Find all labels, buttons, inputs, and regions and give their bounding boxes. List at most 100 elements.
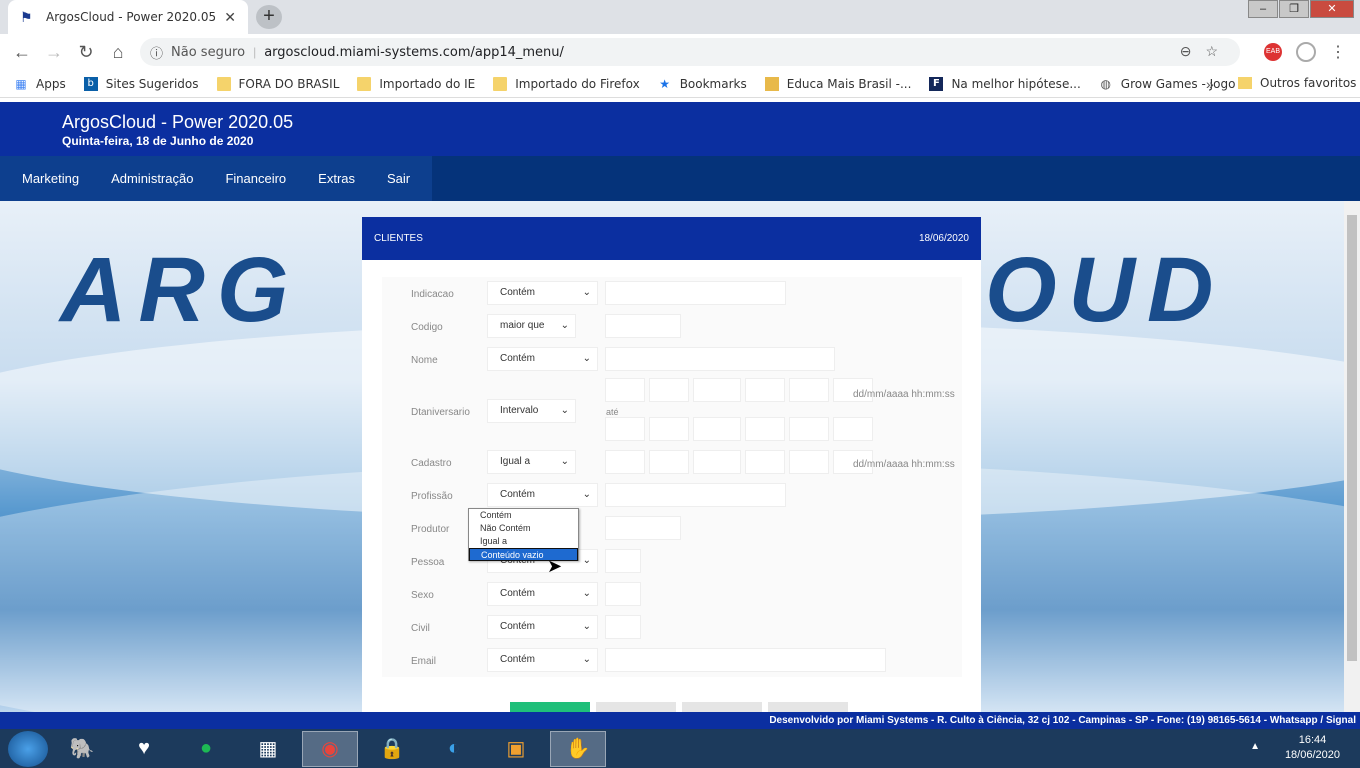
mouse-cursor-icon: ➤ bbox=[547, 556, 563, 576]
cadastro-month[interactable] bbox=[649, 450, 689, 474]
chrome-icon[interactable]: ◉ bbox=[302, 730, 358, 767]
bookmark-sites-sugeridos[interactable]: b Sites Sugeridos bbox=[83, 76, 199, 91]
window-app-icon[interactable]: ▣ bbox=[488, 731, 544, 767]
select-profissao[interactable]: Contém ⌄ bbox=[487, 483, 598, 507]
tray-expand-icon[interactable]: ▲ bbox=[1250, 741, 1260, 752]
cadastro-day[interactable] bbox=[605, 450, 645, 474]
glove-app-icon[interactable]: ✋ bbox=[550, 730, 606, 767]
date-from-month[interactable] bbox=[649, 378, 689, 402]
select-dtaniversario[interactable]: Intervalo ⌄ bbox=[487, 399, 576, 423]
chevron-down-icon: ⌄ bbox=[582, 588, 591, 599]
edge-beta-icon[interactable]: ◐ bbox=[426, 731, 482, 767]
select-nome[interactable]: Contém ⌄ bbox=[487, 347, 598, 371]
bookmark-label: FORA DO BRASIL bbox=[238, 76, 340, 91]
option-contem[interactable]: Contém bbox=[469, 509, 578, 522]
close-tab-icon[interactable]: ✕ bbox=[224, 9, 236, 26]
bookmark-outros-favoritos[interactable]: Outros favoritos bbox=[1238, 76, 1356, 90]
input-nome[interactable] bbox=[605, 347, 835, 371]
bookmark-apps[interactable]: ▦ Apps bbox=[14, 77, 65, 91]
extension-icon[interactable]: EAB bbox=[1264, 43, 1282, 61]
zoom-star-icons[interactable]: ⊖☆ bbox=[1180, 43, 1232, 60]
reload-icon[interactable]: ↻ bbox=[70, 42, 102, 63]
bookmark-fora-do-brasil[interactable]: FORA DO BRASIL bbox=[216, 76, 340, 91]
date-to-second[interactable] bbox=[833, 417, 873, 441]
url-input[interactable]: ⓘ Não seguro | argoscloud.miami-systems.… bbox=[140, 38, 1240, 66]
postgres-icon[interactable]: 🐘 bbox=[54, 731, 110, 767]
bookmark-importado-ie[interactable]: Importado do IE bbox=[357, 76, 475, 91]
chevron-down-icon: ⌄ bbox=[582, 353, 591, 364]
date-to-day[interactable] bbox=[605, 417, 645, 441]
browser-tab[interactable]: ⚑ ArgosCloud - Power 2020.05 ✕ bbox=[8, 0, 248, 34]
bookmark-educa-mais[interactable]: Educa Mais Brasil -... bbox=[764, 76, 911, 91]
minimize-button[interactable]: – bbox=[1248, 0, 1278, 18]
input-civil[interactable] bbox=[605, 615, 641, 639]
menu-item-administracao[interactable]: Administração bbox=[95, 171, 209, 186]
select-sexo[interactable]: Contém ⌄ bbox=[487, 582, 598, 606]
bookmark-grow-games[interactable]: ◍ Grow Games - Jogo bbox=[1099, 77, 1236, 91]
select-email[interactable]: Contém ⌄ bbox=[487, 648, 598, 672]
profile-avatar-icon[interactable] bbox=[1296, 42, 1316, 62]
input-email[interactable] bbox=[605, 648, 886, 672]
menu-item-extras[interactable]: Extras bbox=[302, 171, 371, 186]
vpn-lock-icon[interactable]: 🔒 bbox=[364, 731, 420, 767]
date-to-hour[interactable] bbox=[745, 417, 785, 441]
select-indicacao[interactable]: Contém ⌄ bbox=[487, 281, 598, 305]
input-sexo[interactable] bbox=[605, 582, 641, 606]
date-to-year[interactable] bbox=[693, 417, 741, 441]
select-cadastro[interactable]: Igual a ⌄ bbox=[487, 450, 576, 474]
scrollbar-thumb[interactable] bbox=[1347, 215, 1357, 661]
input-profissao[interactable] bbox=[605, 483, 786, 507]
url-separator: | bbox=[253, 45, 257, 59]
clientes-panel: CLIENTES 18/06/2020 Indicacao Contém ⌄ Co… bbox=[362, 217, 981, 714]
chevron-down-icon: ⌄ bbox=[560, 320, 569, 331]
input-produtor[interactable] bbox=[605, 516, 681, 540]
label-produtor: Produtor bbox=[411, 524, 450, 535]
option-nao-contem[interactable]: Não Contém bbox=[469, 522, 578, 535]
bookmark-na-melhor[interactable]: F Na melhor hipótese... bbox=[929, 76, 1081, 91]
select-value: maior que bbox=[500, 320, 545, 331]
info-icon[interactable]: ⓘ bbox=[150, 43, 163, 62]
more-bookmarks-icon[interactable]: » bbox=[1206, 76, 1214, 92]
date-to-minute[interactable] bbox=[789, 417, 829, 441]
page-scrollbar[interactable] bbox=[1344, 201, 1360, 712]
tab-title: ArgosCloud - Power 2020.05 bbox=[46, 10, 217, 24]
spotify-icon[interactable]: ● bbox=[178, 731, 234, 767]
new-tab-button[interactable]: + bbox=[256, 5, 282, 29]
select-civil[interactable]: Contém ⌄ bbox=[487, 615, 598, 639]
date-from-day[interactable] bbox=[605, 378, 645, 402]
date-to-month[interactable] bbox=[649, 417, 689, 441]
input-pessoa[interactable] bbox=[605, 549, 641, 573]
system-clock[interactable]: 16:44 18/06/2020 bbox=[1285, 733, 1340, 763]
chrome-menu-icon[interactable]: ⋮ bbox=[1330, 42, 1346, 62]
bookmark-importado-firefox[interactable]: Importado do Firefox bbox=[493, 76, 640, 91]
close-window-button[interactable]: ✕ bbox=[1310, 0, 1354, 18]
cadastro-minute[interactable] bbox=[789, 450, 829, 474]
menu-item-marketing[interactable]: Marketing bbox=[6, 171, 95, 186]
back-icon[interactable]: ← bbox=[6, 42, 38, 63]
maximize-button[interactable]: ❐ bbox=[1279, 0, 1309, 18]
window-controls: – ❐ ✕ bbox=[1247, 0, 1354, 18]
forward-icon[interactable]: → bbox=[38, 42, 70, 63]
folder-icon bbox=[357, 76, 372, 91]
cadastro-hour[interactable] bbox=[745, 450, 785, 474]
extension-icons: EAB ⋮ bbox=[1264, 42, 1346, 62]
menu-item-financeiro[interactable]: Financeiro bbox=[209, 171, 302, 186]
cards-icon[interactable]: ♥ bbox=[116, 731, 172, 767]
select-codigo[interactable]: maior que ⌄ bbox=[487, 314, 576, 338]
date-from-year[interactable] bbox=[693, 378, 741, 402]
input-codigo[interactable] bbox=[605, 314, 681, 338]
menu-item-sair[interactable]: Sair bbox=[371, 171, 426, 186]
bookmark-label: Grow Games - Jogo bbox=[1120, 76, 1236, 91]
cadastro-year[interactable] bbox=[693, 450, 741, 474]
label-dtaniversario: Dtaniversario bbox=[411, 407, 470, 418]
date-from-hour[interactable] bbox=[745, 378, 785, 402]
address-bar: ← → ↻ ⌂ ⓘ Não seguro | argoscloud.miami-… bbox=[0, 34, 1360, 70]
start-button[interactable] bbox=[8, 730, 48, 767]
bookmark-bookmarks[interactable]: ★ Bookmarks bbox=[658, 77, 746, 91]
home-icon[interactable]: ⌂ bbox=[102, 42, 134, 63]
date-from-minute[interactable] bbox=[789, 378, 829, 402]
calendar-icon[interactable]: ▦ bbox=[240, 731, 296, 767]
option-igual-a[interactable]: Igual a bbox=[469, 535, 578, 548]
input-indicacao[interactable] bbox=[605, 281, 786, 305]
browser-tab-bar: ⚑ ArgosCloud - Power 2020.05 ✕ + – ❐ ✕ bbox=[0, 0, 1360, 34]
